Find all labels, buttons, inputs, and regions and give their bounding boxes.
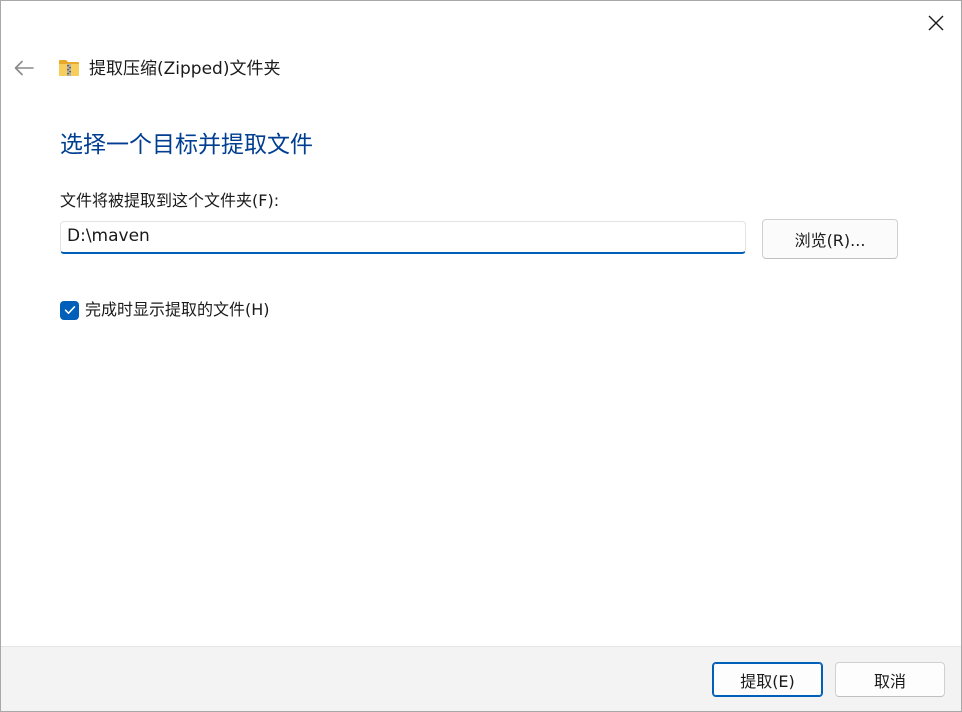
show-files-label: 完成时显示提取的文件(H): [85, 300, 270, 319]
arrow-left-icon: [14, 60, 34, 76]
zip-folder-icon: [59, 60, 79, 76]
dialog-title: 提取压缩(Zipped)文件夹: [89, 59, 281, 79]
back-button[interactable]: [7, 51, 41, 85]
browse-button[interactable]: 浏览(R)...: [762, 219, 898, 259]
show-files-option[interactable]: 完成时显示提取的文件(H): [60, 299, 270, 321]
checkmark-icon: [64, 306, 75, 314]
close-button[interactable]: [913, 5, 959, 41]
page-heading: 选择一个目标并提取文件: [60, 132, 313, 158]
destination-path-input[interactable]: [60, 221, 746, 254]
close-icon: [928, 15, 944, 31]
cancel-button[interactable]: 取消: [835, 662, 945, 697]
extract-button[interactable]: 提取(E): [712, 662, 823, 697]
extract-dialog: 提取压缩(Zipped)文件夹 选择一个目标并提取文件 文件将被提取到这个文件夹…: [0, 0, 962, 712]
destination-label: 文件将被提取到这个文件夹(F):: [60, 191, 280, 210]
dialog-footer: 提取(E) 取消: [1, 646, 961, 711]
show-files-checkbox[interactable]: [60, 300, 79, 320]
